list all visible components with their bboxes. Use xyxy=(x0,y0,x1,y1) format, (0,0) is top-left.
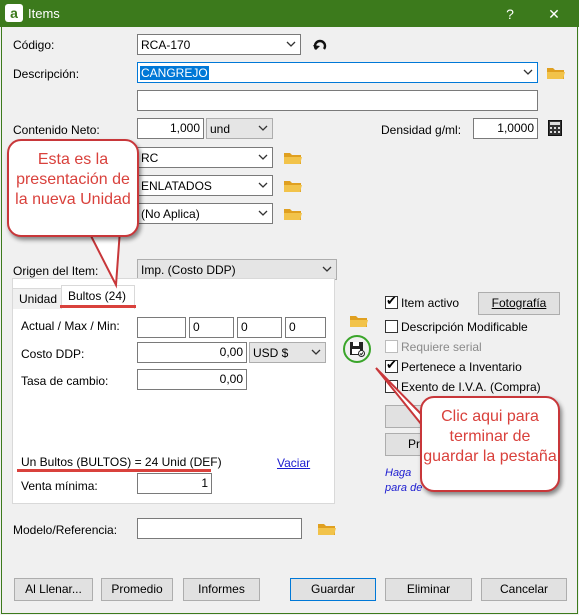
right-callout-text: Clic aqui para terminar de guardar la pe… xyxy=(423,408,557,465)
left-callout-joint xyxy=(86,228,122,234)
left-callout-tail xyxy=(86,229,122,289)
right-callout: Clic aqui para terminar de guardar la pe… xyxy=(420,396,560,492)
left-callout-text: Esta es la presentación de la nueva Unid… xyxy=(15,151,131,208)
callout-pointers xyxy=(86,229,435,441)
left-callout: Esta es la presentación de la nueva Unid… xyxy=(7,139,139,237)
